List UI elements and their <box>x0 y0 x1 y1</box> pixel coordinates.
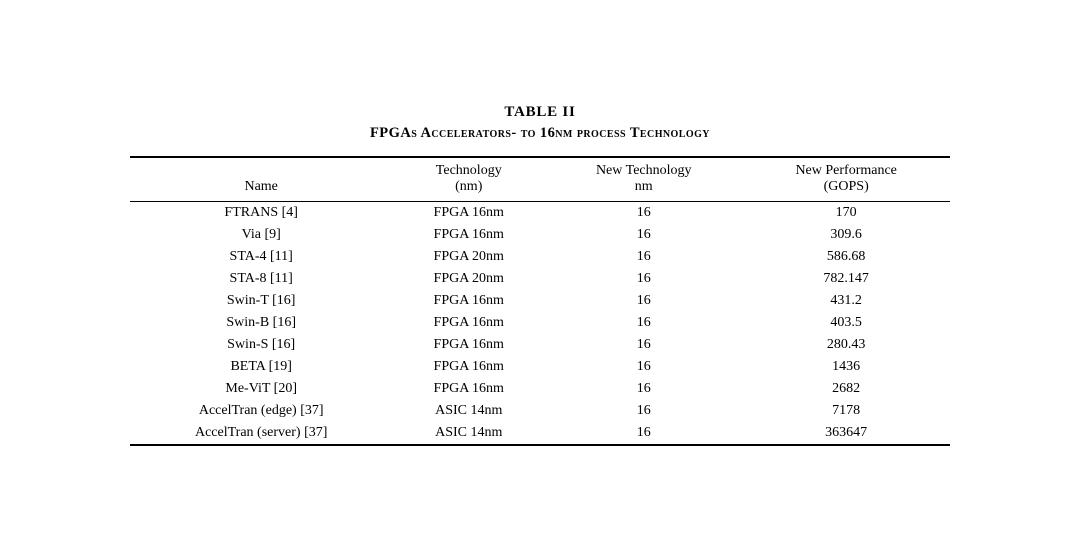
cell-technology: ASIC 14nm <box>392 422 545 445</box>
cell-name: AccelTran (edge) [37] <box>130 400 392 422</box>
cell-new-performance: 1436 <box>742 356 950 378</box>
cell-new-technology: 16 <box>545 312 742 334</box>
cell-technology: FPGA 16nm <box>392 290 545 312</box>
table-title: TABLE II <box>130 104 950 121</box>
table-row: Via [9]FPGA 16nm16309.6 <box>130 224 950 246</box>
table-subtitle: FPGAs Accelerators- to 16nm process Tech… <box>130 125 950 142</box>
cell-name: Swin-S [16] <box>130 334 392 356</box>
cell-new-technology: 16 <box>545 378 742 400</box>
cell-new-performance: 403.5 <box>742 312 950 334</box>
col-header-new-performance: New Performance (GOPS) <box>742 157 950 200</box>
cell-new-technology: 16 <box>545 422 742 445</box>
cell-name: Me-ViT [20] <box>130 378 392 400</box>
cell-new-performance: 280.43 <box>742 334 950 356</box>
col-header-name: Name <box>130 157 392 200</box>
cell-new-performance: 7178 <box>742 400 950 422</box>
table-row: Me-ViT [20]FPGA 16nm162682 <box>130 378 950 400</box>
page-container: TABLE II FPGAs Accelerators- to 16nm pro… <box>90 84 990 467</box>
cell-new-performance: 363647 <box>742 422 950 445</box>
table-row: STA-8 [11]FPGA 20nm16782.147 <box>130 268 950 290</box>
cell-new-technology: 16 <box>545 224 742 246</box>
cell-new-performance: 170 <box>742 202 950 225</box>
cell-new-performance: 782.147 <box>742 268 950 290</box>
cell-new-technology: 16 <box>545 268 742 290</box>
cell-name: Via [9] <box>130 224 392 246</box>
cell-new-technology: 16 <box>545 202 742 225</box>
cell-name: Swin-T [16] <box>130 290 392 312</box>
cell-technology: FPGA 16nm <box>392 356 545 378</box>
cell-technology: FPGA 16nm <box>392 312 545 334</box>
cell-new-technology: 16 <box>545 334 742 356</box>
cell-new-performance: 586.68 <box>742 246 950 268</box>
cell-name: Swin-B [16] <box>130 312 392 334</box>
table-row: Swin-S [16]FPGA 16nm16280.43 <box>130 334 950 356</box>
cell-new-technology: 16 <box>545 356 742 378</box>
cell-new-performance: 431.2 <box>742 290 950 312</box>
cell-name: AccelTran (server) [37] <box>130 422 392 445</box>
cell-name: BETA [19] <box>130 356 392 378</box>
cell-technology: FPGA 20nm <box>392 268 545 290</box>
cell-new-technology: 16 <box>545 246 742 268</box>
table-row: BETA [19]FPGA 16nm161436 <box>130 356 950 378</box>
cell-technology: FPGA 16nm <box>392 378 545 400</box>
cell-name: STA-8 [11] <box>130 268 392 290</box>
col-header-new-technology: New Technology nm <box>545 157 742 200</box>
cell-name: STA-4 [11] <box>130 246 392 268</box>
table-row: AccelTran (edge) [37]ASIC 14nm167178 <box>130 400 950 422</box>
cell-technology: ASIC 14nm <box>392 400 545 422</box>
cell-new-performance: 2682 <box>742 378 950 400</box>
col-header-technology: Technology (nm) <box>392 157 545 200</box>
table-row: STA-4 [11]FPGA 20nm16586.68 <box>130 246 950 268</box>
cell-name: FTRANS [4] <box>130 202 392 225</box>
cell-new-technology: 16 <box>545 400 742 422</box>
table-row: FTRANS [4]FPGA 16nm16170 <box>130 202 950 225</box>
table-row: Swin-B [16]FPGA 16nm16403.5 <box>130 312 950 334</box>
cell-technology: FPGA 16nm <box>392 334 545 356</box>
cell-new-performance: 309.6 <box>742 224 950 246</box>
cell-new-technology: 16 <box>545 290 742 312</box>
cell-technology: FPGA 16nm <box>392 224 545 246</box>
cell-technology: FPGA 16nm <box>392 202 545 225</box>
main-table: Name Technology (nm) New Technology nm N… <box>130 156 950 447</box>
table-row: Swin-T [16]FPGA 16nm16431.2 <box>130 290 950 312</box>
table-row: AccelTran (server) [37]ASIC 14nm16363647 <box>130 422 950 445</box>
cell-technology: FPGA 20nm <box>392 246 545 268</box>
